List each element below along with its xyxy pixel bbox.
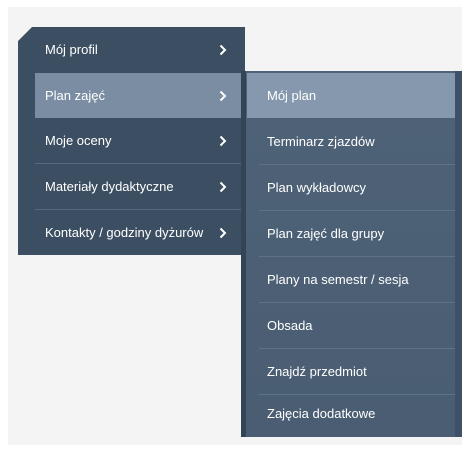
submenu-item-my-plan[interactable]: Mój plan: [247, 73, 455, 118]
submenu-item-semester-plans[interactable]: Plany na semestr / sesja: [247, 257, 455, 302]
submenu-item-find-subject[interactable]: Znajdź przedmiot: [247, 349, 455, 394]
chevron-right-icon: [219, 90, 231, 102]
submenu-item-additional-classes[interactable]: Zajęcia dodatkowe: [247, 391, 455, 436]
chevron-right-icon: [219, 44, 231, 56]
menu-item-materials[interactable]: Materiały dydaktyczne: [18, 164, 245, 209]
submenu-item-session-calendar[interactable]: Terminarz zjazdów: [247, 119, 455, 164]
submenu-edge: [455, 71, 462, 437]
menu-item-label: Moje oceny: [45, 133, 112, 148]
submenu-item-label: Terminarz zjazdów: [267, 134, 375, 149]
menu-item-contacts[interactable]: Kontakty / godziny dyżurów: [18, 210, 245, 255]
menu-item-label: Kontakty / godziny dyżurów: [45, 225, 204, 240]
submenu-item-label: Mój plan: [267, 88, 317, 103]
submenu-item-label: Obsada: [267, 318, 313, 333]
schedule-submenu: Mój plan Terminarz zjazdów Plan wykładow…: [241, 71, 462, 437]
menu-item-label: Materiały dydaktyczne: [45, 179, 174, 194]
menu-item-my-profile[interactable]: Mój profil: [18, 27, 245, 72]
submenu-item-staffing[interactable]: Obsada: [247, 303, 455, 348]
chevron-right-icon: [219, 181, 231, 193]
submenu-item-label: Plan wykładowcy: [267, 180, 366, 195]
menu-item-label: Mój profil: [45, 42, 98, 57]
submenu-item-group-plan[interactable]: Plan zajęć dla grupy: [247, 211, 455, 256]
submenu-item-label: Plany na semestr / sesja: [267, 272, 409, 287]
submenu-item-lecturer-plan[interactable]: Plan wykładowcy: [247, 165, 455, 210]
submenu-item-label: Zajęcia dodatkowe: [267, 406, 376, 421]
menu-item-schedule[interactable]: Plan zajęć: [35, 73, 245, 118]
submenu-item-label: Znajdź przedmiot: [267, 364, 367, 379]
chevron-right-icon: [219, 227, 231, 239]
chevron-right-icon: [219, 135, 231, 147]
menu-item-label: Plan zajęć: [45, 88, 105, 103]
menu-item-grades[interactable]: Moje oceny: [18, 118, 245, 163]
main-menu: Mój profil Plan zajęć Moje oceny Materia…: [18, 27, 245, 255]
submenu-item-label: Plan zajęć dla grupy: [267, 226, 385, 241]
submenu-edge: [241, 71, 246, 437]
